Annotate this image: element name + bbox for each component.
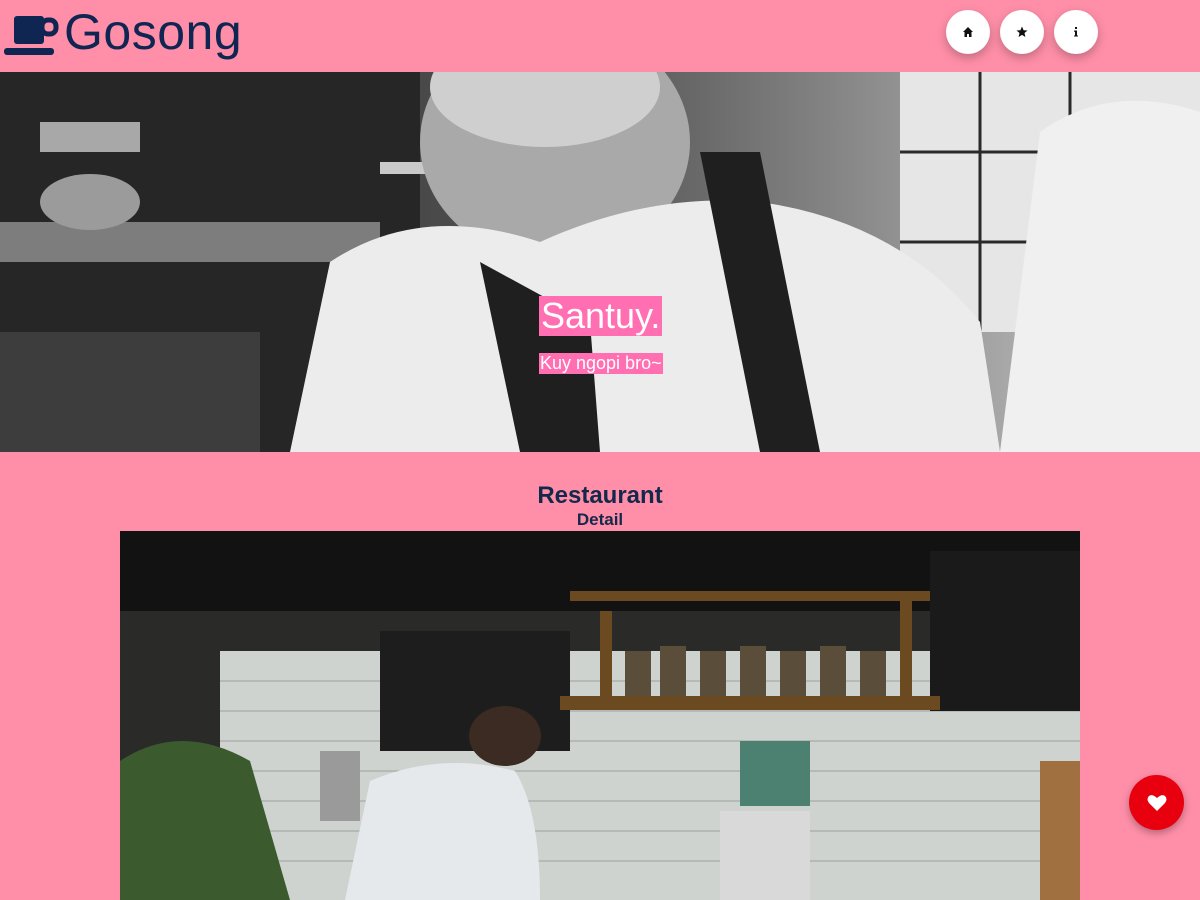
header: Gosong <box>0 0 1200 72</box>
home-button[interactable] <box>946 10 990 54</box>
nav-buttons <box>946 10 1098 54</box>
favorite-button[interactable] <box>1129 775 1184 830</box>
section-subtitle: Detail <box>576 510 624 529</box>
favorites-button[interactable] <box>1000 10 1044 54</box>
heart-icon <box>1147 794 1166 811</box>
restaurant-photo <box>120 531 1080 900</box>
info-button[interactable] <box>1054 10 1098 54</box>
home-icon <box>963 27 973 37</box>
hero-banner: Santuy. Kuy ngopi bro~ <box>0 72 1200 452</box>
info-icon <box>1074 27 1078 37</box>
section-title: Restaurant <box>537 482 663 509</box>
brand-name: Gosong <box>64 4 243 60</box>
star-icon <box>1016 26 1028 37</box>
hero-title: Santuy. <box>539 295 663 336</box>
hero-subtitle: Kuy ngopi bro~ <box>539 353 663 374</box>
brand-logo[interactable]: Gosong <box>4 4 242 60</box>
hero-chef-image <box>0 72 1200 452</box>
coffee-cup-icon <box>4 16 59 55</box>
restaurant-image <box>120 531 1080 900</box>
